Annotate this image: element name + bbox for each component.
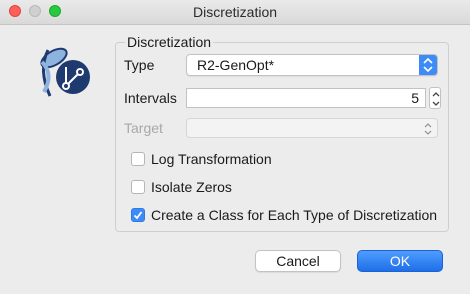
updown-chevron-icon <box>424 123 432 135</box>
target-label: Target <box>124 120 163 136</box>
ok-button[interactable]: OK <box>357 250 443 272</box>
create-class-checkbox[interactable] <box>131 208 145 222</box>
window-title: Discretization <box>192 4 278 20</box>
group-title: Discretization <box>125 34 214 50</box>
stepper-arrows-icon <box>432 92 440 106</box>
log-transformation-checkbox[interactable] <box>131 152 145 166</box>
type-label: Type <box>124 57 155 73</box>
intervals-label: Intervals <box>124 90 177 106</box>
discretization-app-icon <box>40 47 90 97</box>
type-select[interactable]: R2-GenOpt* <box>186 54 438 76</box>
cancel-button[interactable]: Cancel <box>255 250 341 272</box>
updown-chevron-icon[interactable] <box>419 55 437 75</box>
intervals-stepper[interactable] <box>429 87 441 109</box>
log-transformation-label: Log Transformation <box>151 151 272 167</box>
intervals-value: 5 <box>411 90 419 106</box>
create-class-label: Create a Class for Each Type of Discreti… <box>151 207 438 223</box>
isolate-zeros-checkbox[interactable] <box>131 180 145 194</box>
dialog-window: Discretization Discretization Type R2-Ge… <box>0 0 470 294</box>
title-bar: Discretization <box>0 0 470 25</box>
type-select-value: R2-GenOpt* <box>197 57 275 73</box>
target-select[interactable] <box>186 118 438 138</box>
checkmark-icon <box>133 211 143 220</box>
intervals-input[interactable]: 5 <box>186 88 426 108</box>
isolate-zeros-label: Isolate Zeros <box>151 179 232 195</box>
